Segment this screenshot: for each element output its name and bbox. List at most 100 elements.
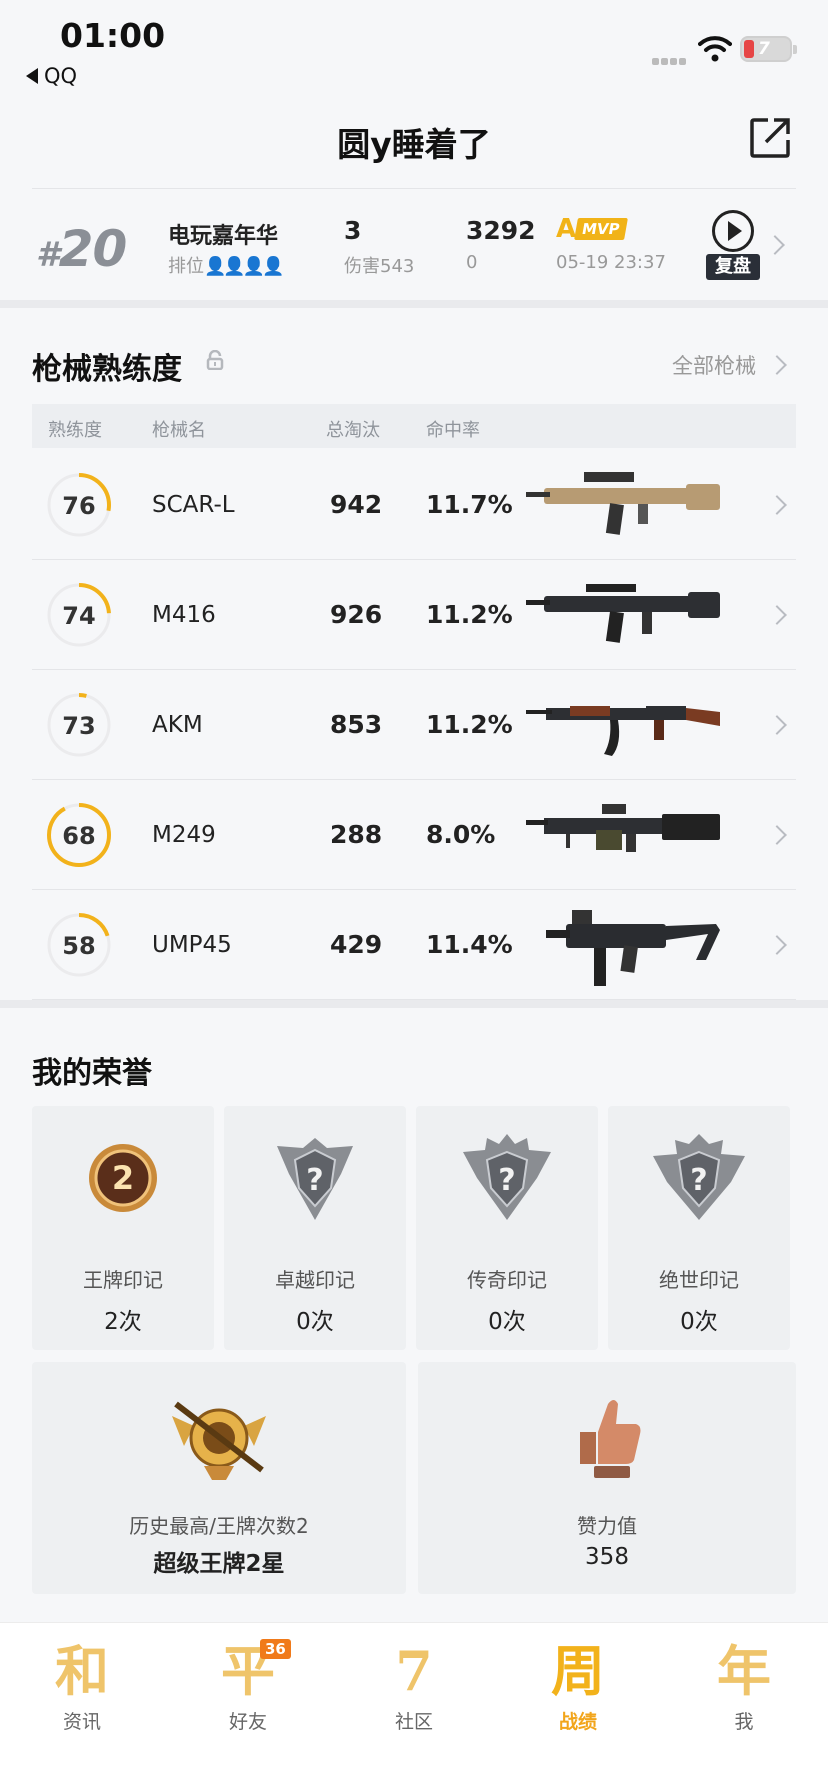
tab-friends[interactable]: 平 36 好友 [188,1639,308,1734]
weapon-row-akm[interactable]: 73 AKM 853 11.2% [32,670,796,780]
bottom-tab-bar: 和 资讯 平 36 好友 7 社区 周 战绩 年 我 [0,1622,828,1792]
weapon-total-kills: 926 [330,600,383,629]
likes-label: 赞力值 [577,1514,637,1538]
weapon-total-kills: 942 [330,490,383,519]
m416-weapon-image [526,584,720,643]
proficiency-value: 74 [62,602,96,630]
header-divider [32,188,796,189]
weapons-table-header: 熟练度 枪械名 总淘汰 命中率 [32,404,796,448]
weapon-hit-rate: 8.0% [426,820,496,849]
tab-news[interactable]: 和 资讯 [22,1639,142,1734]
header-weapon-name: 枪械名 [152,420,206,441]
match-score: 3292 [466,216,536,245]
match-score-sub: 0 [466,252,478,273]
signal-icon [652,50,688,69]
match-rank: #20 [36,220,127,278]
chevron-right-icon [767,355,787,375]
tab-me[interactable]: 年 我 [684,1639,804,1734]
friends-count-badge: 36 [260,1639,291,1659]
match-kills: 3 [344,216,362,245]
weapon-name: AKM [152,712,203,738]
chevron-right-icon [767,825,787,845]
battery-icon: 7 [740,36,797,62]
weapon-row-ump45[interactable]: 58 UMP45 429 11.4% [32,890,796,1000]
weapon-total-kills: 288 [330,820,383,849]
highest-tier-value: 超级王牌2星 [153,1551,285,1577]
match-time: 05-19 23:37 [556,252,666,273]
weapon-name: SCAR-L [152,492,235,518]
weapon-hit-rate: 11.2% [426,600,513,629]
share-icon[interactable] [748,116,792,160]
likes-card[interactable]: 赞力值 358 [418,1362,796,1594]
page-title: 圆y睡着了 [337,125,491,164]
legend-mark-locked-icon: ? [463,1134,551,1220]
tab-label: 好友 [228,1711,267,1733]
news-tab-icon: 和 [55,1639,109,1703]
honor-count: 2次 [104,1309,142,1335]
chevron-right-icon [767,715,787,735]
status-time: 01:00 [60,16,166,55]
weapon-hit-rate: 11.4% [426,930,513,959]
proficiency-value: 76 [62,492,96,520]
weapons-section-title: 枪械熟练度 [32,352,182,387]
honor-card-peerless[interactable]: ? 绝世印记 0次 [608,1106,790,1350]
likes-value: 358 [585,1544,629,1570]
status-bar: 01:00 QQ 7 [0,0,828,96]
scar-l-weapon-image [526,472,720,535]
me-tab-icon: 年 [717,1639,771,1703]
highest-tier-card[interactable]: 历史最高/王牌次数2 超级王牌2星 [32,1362,406,1594]
all-weapons-link[interactable]: 全部枪械 [672,350,756,380]
m249-weapon-image [526,804,720,852]
tab-records[interactable]: 周 战绩 [518,1639,638,1734]
proficiency-value: 68 [62,822,96,850]
proficiency-value: 58 [62,932,96,960]
weapon-row-m249[interactable]: 68 M249 288 8.0% [32,780,796,890]
honor-card-excellence[interactable]: ? 卓越印记 0次 [224,1106,406,1350]
match-mode: 电玩嘉年华 [168,224,279,249]
battery-level: 7 [758,39,770,59]
weapon-name: M416 [152,602,216,628]
svg-text:?: ? [306,1163,323,1198]
community-tab-icon: 7 [395,1639,433,1703]
honor-card-ace[interactable]: 2 王牌印记 2次 [32,1106,214,1350]
recent-match-row[interactable]: #20 电玩嘉年华 排位👤👤👤👤 3 伤害543 3292 0 A MVP 05… [0,190,828,300]
ump45-weapon-image [546,910,720,986]
honor-label: 传奇印记 [467,1268,547,1292]
chevron-right-icon [767,935,787,955]
weapon-row-m416[interactable]: 74 M416 926 11.2% [32,560,796,670]
honor-count: 0次 [296,1309,334,1335]
ace-tier-badge-icon [172,1401,266,1480]
header-hit-rate: 命中率 [426,420,480,441]
lock-icon[interactable] [206,350,224,370]
section-divider [0,1000,828,1008]
weapon-hit-rate: 11.7% [426,490,513,519]
tab-community[interactable]: 7 社区 [354,1639,474,1734]
svg-text:?: ? [498,1163,515,1198]
weapon-row-scar-l[interactable]: 76 SCAR-L 942 11.7% [32,450,796,560]
svg-text:2: 2 [112,1159,134,1197]
proficiency-value: 73 [62,712,96,740]
match-type-label: 排位👤👤👤👤 [168,256,285,277]
weapon-name: M249 [152,822,216,848]
header-proficiency: 熟练度 [48,420,102,441]
honor-count: 0次 [488,1309,526,1335]
weapon-total-kills: 853 [330,710,383,739]
weapon-total-kills: 429 [330,930,383,959]
highest-tier-label: 历史最高/王牌次数2 [129,1514,309,1538]
honors-section-title: 我的荣誉 [32,1056,152,1091]
team-people-icon: 👤👤👤👤 [204,256,285,277]
wifi-icon [698,36,732,62]
tab-label: 我 [734,1711,754,1733]
akm-weapon-image [526,706,720,756]
tab-label: 战绩 [558,1711,597,1733]
honor-label: 卓越印记 [275,1268,355,1292]
honor-card-legend[interactable]: ? 传奇印记 0次 [416,1106,598,1350]
tab-label: 资讯 [62,1711,101,1733]
records-tab-icon: 周 [551,1639,605,1703]
replay-button[interactable]: 复盘 [706,210,760,282]
match-grade: A [556,214,577,244]
back-to-app-button[interactable]: QQ [26,64,77,88]
chevron-right-icon [765,235,785,255]
replay-label: 复盘 [706,254,760,280]
honor-count: 0次 [680,1309,718,1335]
